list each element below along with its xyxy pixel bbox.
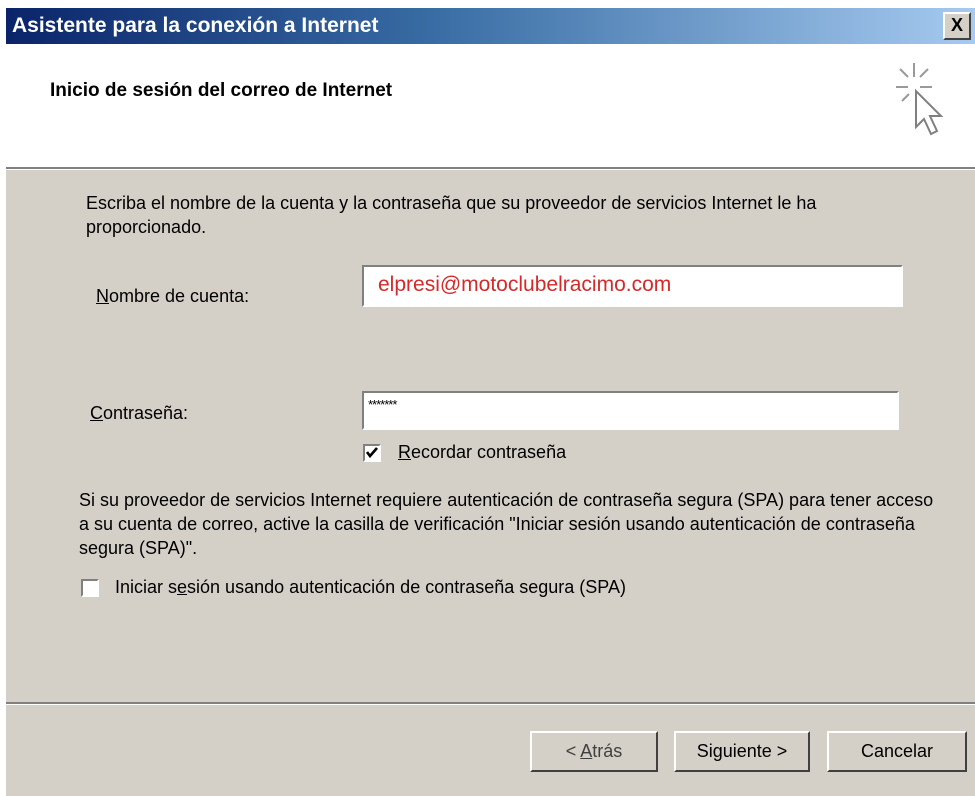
password-label-accel: C [90, 403, 103, 423]
cancel-button[interactable]: Cancelar [827, 731, 967, 772]
spa-label-part2: sión usando autenticación de contraseña … [187, 577, 626, 597]
spa-checkbox-label[interactable]: Iniciar sesión usando autenticación de c… [115, 575, 626, 599]
account-name-value: elpresi@motoclubelracimo.com [378, 273, 672, 296]
remember-password-checkbox[interactable] [363, 444, 381, 462]
spa-checkbox[interactable] [81, 579, 99, 597]
back-rest: trás [592, 741, 623, 761]
back-button[interactable]: < Atrás [530, 731, 658, 772]
window-title: Asistente para la conexión a Internet [12, 14, 379, 37]
footer-divider [6, 702, 975, 705]
spa-label-part1: Iniciar s [115, 577, 178, 597]
wizard-header: Inicio de sesión del correo de Internet [6, 44, 975, 167]
spa-explanation-text: Si su proveedor de servicios Internet re… [79, 490, 934, 558]
account-label-accel: N [96, 286, 109, 306]
wizard-window: Asistente para la conexión a Internet X … [6, 8, 975, 796]
password-value: ******* [368, 397, 397, 412]
close-button[interactable]: X [943, 12, 971, 40]
remember-password-label[interactable]: Recordar contraseña [398, 440, 566, 464]
remember-label-text: ecordar contraseña [411, 442, 567, 462]
instructions-text: Escriba el nombre de la cuenta y la cont… [86, 193, 817, 237]
account-label-text: ombre de cuenta: [109, 286, 250, 306]
password-label-text: ontraseña: [103, 403, 189, 423]
spa-label-accel: e [177, 577, 188, 597]
back-accel: A [580, 741, 593, 761]
account-name-label: Nombre de cuenta: [96, 284, 249, 308]
back-prefix: < [565, 741, 581, 761]
header-divider [6, 167, 975, 170]
password-label: Contraseña: [90, 401, 188, 425]
page-title: Inicio de sesión del correo de Internet [50, 80, 393, 101]
remember-label-accel: R [398, 442, 411, 462]
account-name-input[interactable]: elpresi@motoclubelracimo.com [362, 265, 903, 307]
checkmark-icon [365, 447, 378, 459]
password-input[interactable]: ******* [362, 391, 899, 430]
wizard-sparkle-cursor-icon [896, 63, 944, 136]
next-button[interactable]: Siguiente > [674, 731, 810, 772]
title-bar[interactable]: Asistente para la conexión a Internet X [6, 8, 975, 44]
